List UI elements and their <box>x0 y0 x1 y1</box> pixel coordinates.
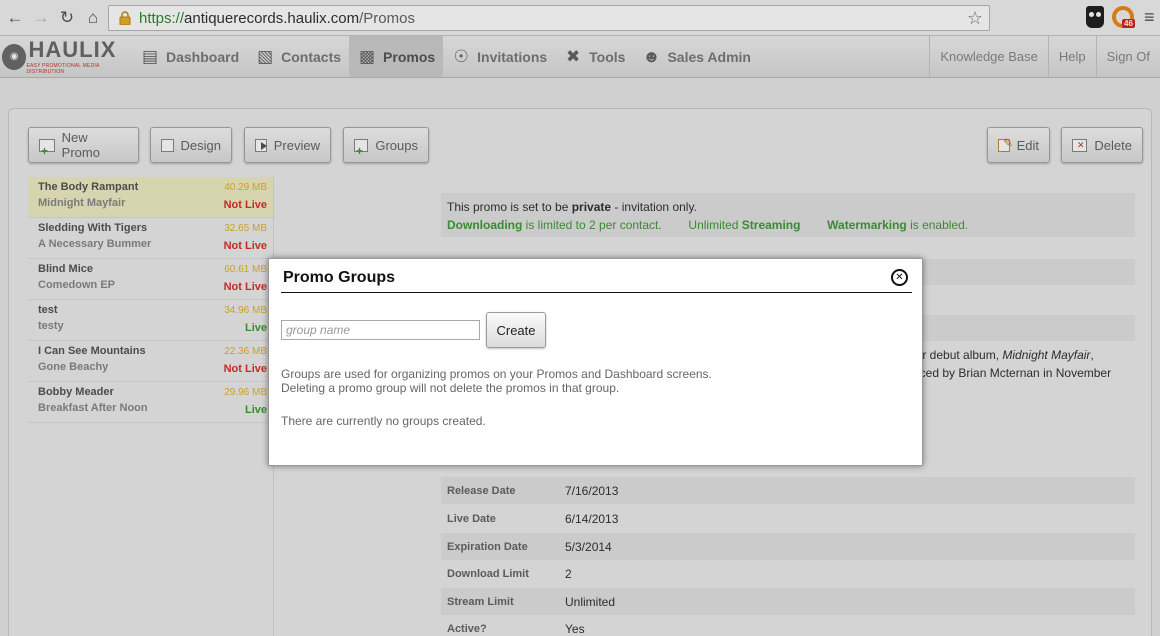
groups-help-text: Groups are used for organizing promos on… <box>281 367 712 395</box>
create-group-button[interactable]: Create <box>486 312 546 348</box>
dialog-title: Promo Groups <box>283 269 396 286</box>
help-line-1: Groups are used for organizing promos on… <box>281 367 712 381</box>
close-icon[interactable]: ✕ <box>891 269 908 286</box>
group-name-input[interactable] <box>281 320 480 340</box>
no-groups-message: There are currently no groups created. <box>281 414 486 428</box>
help-line-2: Deleting a promo group will not delete t… <box>281 381 620 395</box>
promo-groups-dialog: Promo Groups ✕ Create Groups are used fo… <box>268 258 923 466</box>
dialog-divider <box>281 292 912 293</box>
